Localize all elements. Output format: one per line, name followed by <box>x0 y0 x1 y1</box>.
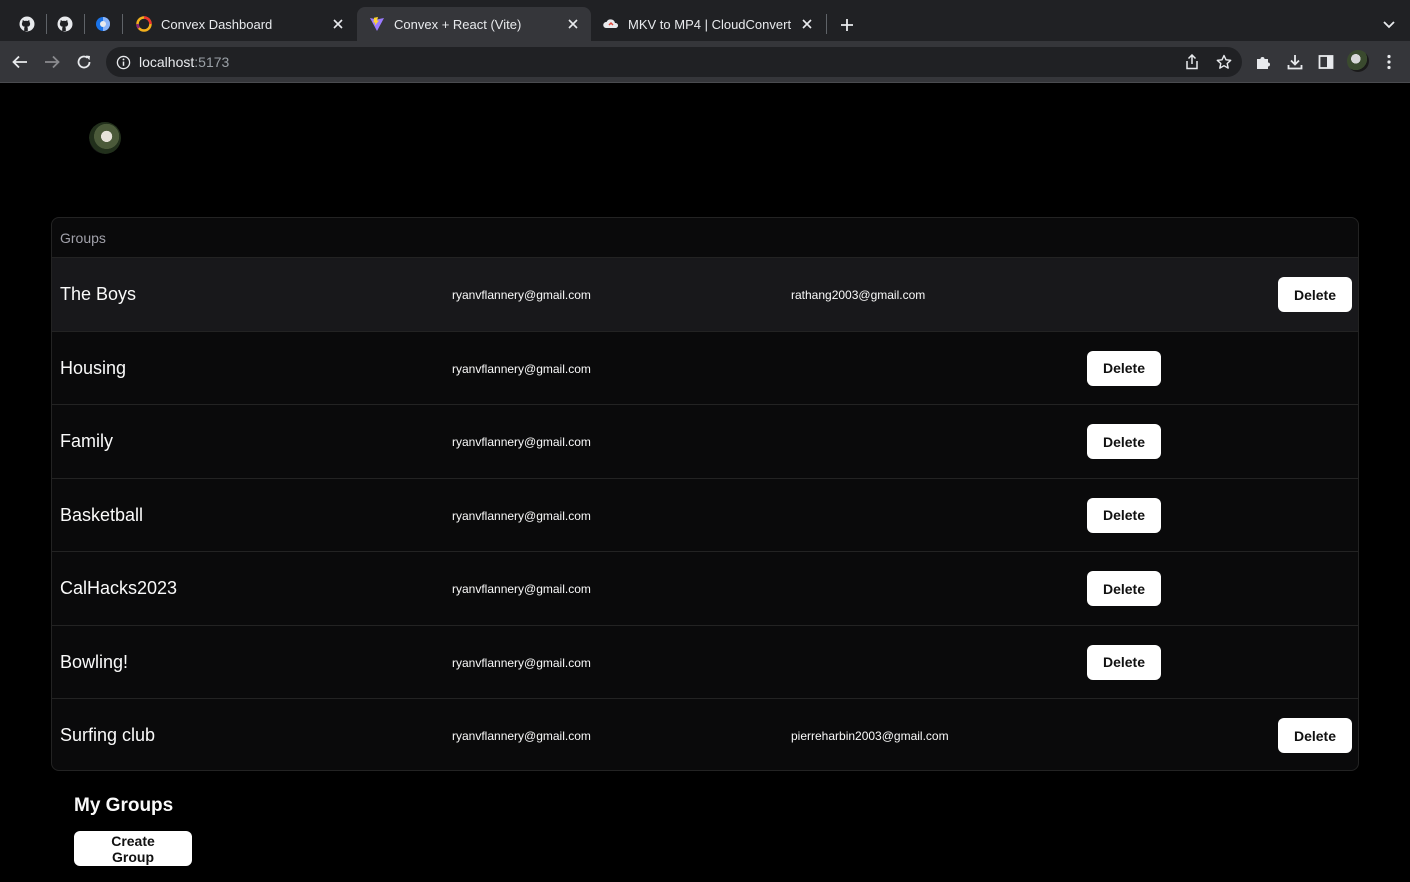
delete-button[interactable]: Delete <box>1087 497 1161 533</box>
new-tab-button[interactable] <box>835 13 859 37</box>
member-email: pierreharbin2003@gmail.com <box>791 729 949 743</box>
table-row: Bowling! ryanvflannery@gmail.com Delete <box>52 626 1358 699</box>
group-name: Surfing club <box>60 725 156 745</box>
group-name: The Boys <box>60 284 137 304</box>
member-email: ryanvflannery@gmail.com <box>452 508 591 523</box>
delete-button[interactable]: Delete <box>1278 277 1352 312</box>
my-groups-title: My Groups <box>74 795 174 816</box>
browser-toolbar: localhost:5173 <box>0 41 1410 83</box>
delete-button[interactable]: Delete <box>1278 718 1352 753</box>
github-icon <box>57 16 73 32</box>
table-row: Housing ryanvflannery@gmail.com Delete <box>52 332 1358 405</box>
delete-button[interactable]: Delete <box>1087 571 1161 606</box>
bookmark-star-icon[interactable] <box>1216 54 1232 70</box>
convex-logo-icon <box>136 16 152 32</box>
github-icon <box>19 16 35 32</box>
tab-search-button[interactable] <box>1377 13 1401 37</box>
close-tab-icon[interactable] <box>330 16 346 32</box>
browser-profile-avatar[interactable] <box>1347 50 1369 72</box>
close-tab-icon[interactable] <box>799 16 815 32</box>
chevron-down-icon <box>1383 21 1395 29</box>
groups-table: Groups The Boys ryanvflannery@gmail.com … <box>51 217 1359 771</box>
side-panel-icon[interactable] <box>1315 51 1337 73</box>
delete-button[interactable]: Delete <box>1087 350 1161 386</box>
tab-cloudconvert[interactable]: MKV to MP4 | CloudConvert <box>591 7 825 41</box>
tab-title: MKV to MP4 | CloudConvert <box>628 16 792 32</box>
pinned-tab-globe[interactable] <box>87 7 119 41</box>
reload-icon <box>77 55 91 69</box>
member-email: ryanvflannery@gmail.com <box>452 288 591 302</box>
member-email: ryanvflannery@gmail.com <box>452 729 591 743</box>
group-name: CalHacks2023 <box>60 578 178 598</box>
table-row: Family ryanvflannery@gmail.com Delete <box>52 405 1358 479</box>
group-name: Bowling! <box>60 651 129 672</box>
delete-button[interactable]: Delete <box>1087 424 1161 459</box>
reload-button[interactable] <box>71 49 97 75</box>
member-email: ryanvflannery@gmail.com <box>452 361 591 376</box>
group-name: Basketball <box>60 504 144 525</box>
table-row: CalHacks2023 ryanvflannery@gmail.com Del… <box>52 552 1358 626</box>
member-email: ryanvflannery@gmail.com <box>452 655 591 670</box>
table-row: The Boys ryanvflannery@gmail.com rathang… <box>52 258 1358 332</box>
groups-heading: Groups <box>52 218 1358 258</box>
group-name: Housing <box>60 357 127 378</box>
create-group-button[interactable]: Create Group <box>74 831 192 866</box>
extensions-puzzle-icon[interactable] <box>1252 51 1274 73</box>
back-button[interactable] <box>7 49 33 75</box>
close-tab-icon[interactable] <box>565 16 581 32</box>
vite-logo-icon <box>369 16 385 32</box>
group-name: Family <box>60 431 113 451</box>
delete-button[interactable]: Delete <box>1087 644 1161 680</box>
forward-button[interactable] <box>39 49 65 75</box>
cloudconvert-logo-icon <box>603 16 619 32</box>
download-icon[interactable] <box>1284 51 1306 73</box>
tab-title: Convex + React (Vite) <box>394 16 522 32</box>
plus-icon <box>841 19 853 31</box>
site-info-icon[interactable] <box>115 54 131 70</box>
github-pinned-tab[interactable] <box>11 7 43 41</box>
table-row: Surfing club ryanvflannery@gmail.com pie… <box>52 699 1358 770</box>
share-icon[interactable] <box>1184 54 1200 70</box>
member-email: rathang2003@gmail.com <box>791 288 926 302</box>
tab-convex-react-vite[interactable]: Convex + React (Vite) <box>357 7 591 41</box>
tab-title: Convex Dashboard <box>161 16 273 32</box>
table-row: Basketball ryanvflannery@gmail.com Delet… <box>52 479 1358 552</box>
arrow-left-icon <box>12 55 27 69</box>
address-bar[interactable]: localhost:5173 <box>106 47 1242 77</box>
tab-convex-dashboard[interactable]: Convex Dashboard <box>124 7 356 41</box>
url-port: :5173 <box>194 54 230 70</box>
url-text: localhost:5173 <box>139 54 229 70</box>
github-pinned-tab-2[interactable] <box>49 7 81 41</box>
arrow-right-icon <box>45 55 60 69</box>
url-host: localhost <box>139 54 195 70</box>
globe-icon <box>96 17 110 31</box>
user-avatar[interactable] <box>89 122 121 154</box>
kebab-menu-icon[interactable] <box>1378 51 1400 73</box>
member-email: ryanvflannery@gmail.com <box>452 582 591 596</box>
member-email: ryanvflannery@gmail.com <box>452 435 591 449</box>
browser-tab-strip: Convex Dashboard Convex + React (Vite) M… <box>0 0 1410 41</box>
